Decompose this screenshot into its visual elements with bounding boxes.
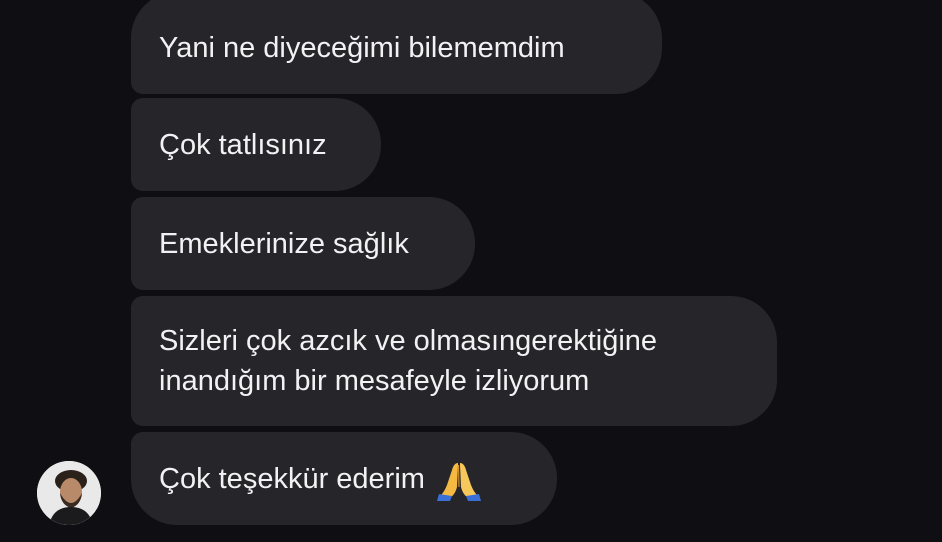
message-bubble[interactable]: Sizleri çok azcık ve olmasıngerektiğine … (131, 296, 777, 426)
message-text: Yani ne diyeceğimi bilememdim (159, 32, 565, 64)
message-bubble[interactable]: Emeklerinize sağlık (131, 197, 475, 290)
message-text: Sizleri çok azcık ve olmasıngerektiğine … (159, 325, 658, 397)
message-bubble[interactable]: Çok teşekkür ederim (131, 432, 557, 525)
message-text: Çok teşekkür ederim (159, 462, 425, 495)
message-text: Emeklerinize sağlık (159, 227, 409, 260)
message-text: Çok tatlısınız (159, 128, 327, 161)
message-bubble[interactable]: Çok tatlısınız (131, 98, 381, 191)
message-bubble[interactable]: Yani ne diyeceğimi bilememdim (131, 0, 662, 94)
folded-hands-icon (436, 457, 481, 501)
avatar[interactable] (37, 461, 101, 525)
chat-thread: Yani ne diyeceğimi bilememdim Çok tatlıs… (0, 0, 942, 542)
